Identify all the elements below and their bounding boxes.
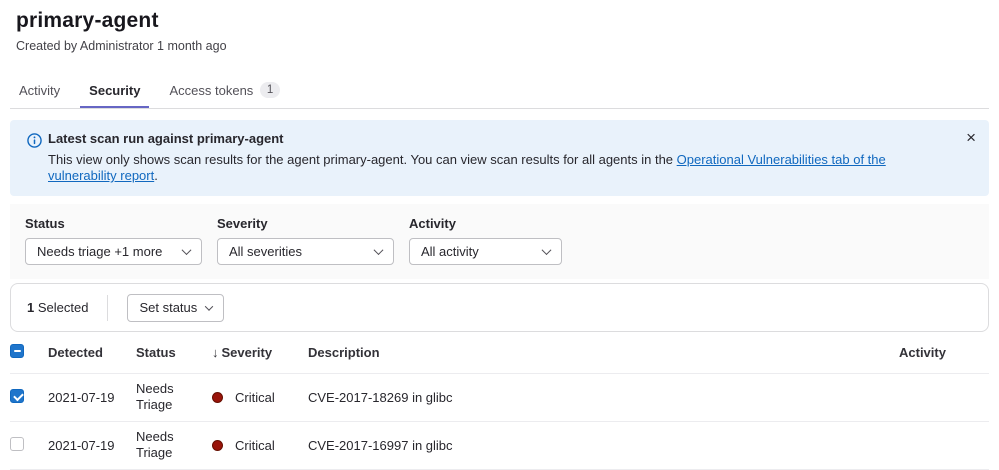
filter-bar: Status Needs triage +1 more Severity All… [10, 204, 989, 279]
cell-status: Needs Triage [136, 421, 212, 469]
status-filter-dropdown[interactable]: Needs triage +1 more [25, 238, 202, 265]
status-filter-value: Needs triage +1 more [37, 244, 162, 259]
cell-description: CVE-2017-16997 in glibc [308, 421, 899, 469]
activity-filter-dropdown[interactable]: All activity [409, 238, 562, 265]
tab-access-tokens-label: Access tokens [169, 83, 253, 98]
banner-text-before-link: This view only shows scan results for th… [48, 152, 677, 167]
column-header-status: Status [136, 332, 212, 373]
set-status-button[interactable]: Set status [127, 294, 224, 322]
page-subtitle: Created by Administrator 1 month ago [16, 39, 999, 54]
sort-descending-icon: ↓ [212, 345, 219, 360]
tab-security[interactable]: Security [80, 76, 149, 108]
table-header-row: Detected Status ↓Severity Description Ac… [10, 332, 989, 373]
column-header-severity[interactable]: ↓Severity [212, 332, 308, 373]
column-header-description: Description [308, 332, 899, 373]
set-status-label: Set status [139, 300, 197, 315]
cell-severity: Critical [212, 373, 308, 421]
tab-security-label: Security [89, 83, 140, 98]
cell-severity: Critical [212, 421, 308, 469]
severity-label: Critical [235, 438, 275, 453]
selected-count-number: 1 [27, 300, 34, 315]
severity-filter-dropdown[interactable]: All severities [217, 238, 394, 265]
select-all-checkbox[interactable] [10, 344, 24, 358]
chevron-down-icon [205, 302, 213, 310]
cell-detected: 2021-07-19 [48, 373, 136, 421]
vertical-divider [107, 295, 108, 321]
chevron-down-icon [374, 245, 384, 255]
vulnerability-table: Detected Status ↓Severity Description Ac… [10, 332, 989, 470]
tab-activity[interactable]: Activity [10, 76, 69, 108]
access-tokens-count-badge: 1 [260, 82, 279, 98]
tab-access-tokens[interactable]: Access tokens 1 [160, 75, 288, 108]
banner-text: This view only shows scan results for th… [48, 152, 945, 184]
chevron-down-icon [542, 245, 552, 255]
scan-info-banner: Latest scan run against primary-agent Th… [10, 120, 989, 196]
critical-severity-icon [212, 440, 223, 451]
banner-text-after-link: . [154, 168, 158, 183]
cell-activity [899, 373, 989, 421]
cell-status: Needs Triage [136, 373, 212, 421]
severity-filter-label: Severity [217, 216, 394, 232]
info-circle-icon [27, 133, 42, 148]
severity-filter-value: All severities [229, 244, 302, 259]
column-header-severity-label: Severity [222, 345, 273, 360]
bulk-action-bar: 1 Selected Set status [10, 283, 989, 332]
selected-count-label: Selected [38, 300, 89, 315]
cell-description: CVE-2017-18269 in glibc [308, 373, 899, 421]
status-filter-group: Status Needs triage +1 more [25, 216, 202, 265]
activity-filter-group: Activity All activity [409, 216, 562, 265]
cell-detected: 2021-07-19 [48, 421, 136, 469]
chevron-down-icon [182, 245, 192, 255]
critical-severity-icon [212, 392, 223, 403]
table-row[interactable]: 2021-07-19 Needs Triage Critical CVE-201… [10, 373, 989, 421]
activity-filter-label: Activity [409, 216, 562, 232]
cell-activity [899, 421, 989, 469]
selected-count: 1 Selected [27, 300, 88, 315]
column-header-detected: Detected [48, 332, 136, 373]
tab-bar: Activity Security Access tokens 1 [10, 75, 989, 109]
row-checkbox[interactable] [10, 389, 24, 403]
page-title: primary-agent [16, 7, 999, 34]
status-filter-label: Status [25, 216, 202, 232]
banner-close-icon[interactable]: × [966, 129, 976, 146]
severity-label: Critical [235, 390, 275, 405]
activity-filter-value: All activity [421, 244, 479, 259]
table-row[interactable]: 2021-07-19 Needs Triage Critical CVE-201… [10, 421, 989, 469]
tab-activity-label: Activity [19, 83, 60, 98]
column-header-activity: Activity [899, 332, 989, 373]
row-checkbox[interactable] [10, 437, 24, 451]
banner-title: Latest scan run against primary-agent [48, 131, 945, 147]
severity-filter-group: Severity All severities [217, 216, 394, 265]
